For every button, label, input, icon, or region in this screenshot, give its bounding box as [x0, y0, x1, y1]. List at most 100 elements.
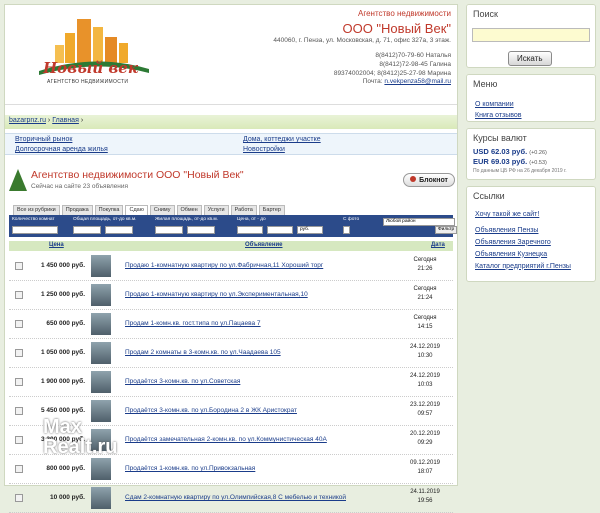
breadcrumb-site[interactable]: bazarpnz.ru — [9, 117, 46, 124]
agency-address: 440060, г. Пенза, ул. Московская, д. 71,… — [273, 37, 451, 45]
menu-panel: Меню О компании Книга отзывов — [466, 74, 596, 122]
link-catalog[interactable]: Каталог предприятий г.Пензы — [475, 263, 571, 270]
listing-date: Сегодня 14:15 — [407, 314, 443, 331]
listing-link[interactable]: Продаётся 3-комн.кв. по ул.Советская — [125, 378, 240, 385]
notebook-button[interactable]: Блокнот — [403, 173, 455, 187]
tab-buy[interactable]: Покупка — [94, 205, 124, 215]
area-from-input[interactable] — [73, 226, 101, 234]
menu-title: Меню — [467, 75, 595, 93]
rates-panel: Курсы валют USD 62.03 руб. (+0.26) EUR 6… — [466, 128, 596, 180]
listing-link[interactable]: Продаётся 3-комн.кв. по ул.Бородина 2 в … — [125, 407, 297, 414]
filter-price-label: Цена, от - до — [237, 217, 266, 222]
tab-all[interactable]: Все из рубрики — [13, 205, 60, 215]
tab-services[interactable]: Услуги — [203, 205, 229, 215]
listing-day: 20.12.2019 — [409, 431, 441, 437]
sidebar: Поиск Искать Меню О компании Книга отзыв… — [466, 4, 596, 288]
category-houses[interactable]: Дома, коттеджи участке — [243, 136, 321, 143]
category-rent[interactable]: Долгосрочная аренда жилья — [15, 146, 108, 153]
menu-item-about[interactable]: О компании — [475, 101, 514, 108]
menu-item-reviews[interactable]: Книга отзывов — [475, 112, 522, 119]
filter-photo-label: С фото — [343, 217, 360, 222]
currency-select[interactable]: руб. — [297, 226, 323, 234]
listing-price: 1 250 000 руб. — [40, 291, 85, 298]
breadcrumb-arrow-icon: › — [80, 117, 84, 124]
tab-work[interactable]: Работа — [230, 205, 257, 215]
listing-link[interactable]: Продаю 1-комнатную квартиру по ул.Экспер… — [125, 291, 308, 298]
listing-link[interactable]: Продаю 1-комнатную квартиру по ул.Фабрич… — [125, 262, 323, 269]
listing-photo[interactable] — [91, 255, 111, 277]
listing-link[interactable]: Продам 2 комнаты в 3-комн.кв. по ул.Чаад… — [125, 349, 281, 356]
table-row: 1 900 000 руб. Продаётся 3-комн.кв. по ул… — [9, 369, 453, 397]
tab-barter[interactable]: Бартер — [258, 205, 285, 215]
listing-date: 24.12.2019 10:30 — [407, 343, 443, 360]
listing-link[interactable]: Продаётся 1-комн.кв. по ул.Привокзальная — [125, 465, 255, 472]
tab-rent-out[interactable]: Сдаю — [125, 205, 148, 215]
tab-rent-in[interactable]: Сниму — [149, 205, 175, 215]
area-to-input[interactable] — [105, 226, 133, 234]
notebook-add-icon[interactable] — [15, 378, 23, 386]
listing-date: Сегодня 21:24 — [407, 285, 443, 302]
notebook-add-icon[interactable] — [15, 262, 23, 270]
listing-photo[interactable] — [91, 458, 111, 480]
notebook-add-icon[interactable] — [15, 291, 23, 299]
link-penza[interactable]: Объявления Пензы — [475, 227, 538, 234]
notebook-add-icon[interactable] — [15, 436, 23, 444]
breadcrumb: bazarpnz.ru › Главная › — [5, 115, 457, 129]
col-ad[interactable]: Объявление — [245, 242, 283, 248]
listing-time: 21:24 — [417, 294, 433, 301]
notebook-add-icon[interactable] — [15, 407, 23, 415]
listing-day: 24.11.2019 — [410, 489, 440, 495]
listing-price: 1 450 000 руб. — [40, 262, 85, 269]
col-price[interactable]: Цена — [49, 242, 64, 248]
notebook-add-icon[interactable] — [15, 494, 23, 502]
tab-exchange[interactable]: Обмен — [176, 205, 202, 215]
notebook-add-icon[interactable] — [15, 465, 23, 473]
agency-mail-row: Почта: n.vekpenza58@mail.ru — [273, 78, 451, 87]
category-secondary[interactable]: Вторичный рынок — [15, 136, 72, 143]
notebook-add-icon[interactable] — [15, 349, 23, 357]
link-want-site[interactable]: Хочу такой же сайт! — [475, 211, 539, 218]
agency-phone: 8(8412)72-98-45 Галина — [379, 60, 451, 68]
living-from-input[interactable] — [155, 226, 183, 234]
category-links: Вторичный рынок Долгосрочная аренда жиль… — [5, 133, 457, 155]
table-row: 10 000 руб. Сдам 2-комнатную квартиру по … — [9, 485, 453, 513]
col-date[interactable]: Дата — [431, 242, 445, 248]
listing-day: Сегодня — [413, 257, 437, 263]
search-input[interactable] — [472, 28, 590, 42]
living-to-input[interactable] — [187, 226, 215, 234]
price-from-input[interactable] — [237, 226, 263, 234]
search-panel: Поиск Искать — [466, 4, 596, 68]
filter-bar: Количество комнат Общая площадь, от-до к… — [9, 215, 457, 237]
table-header: Цена Объявление Дата — [9, 241, 453, 251]
district-select[interactable]: Любой район — [383, 218, 455, 226]
listing-photo[interactable] — [91, 371, 111, 393]
listing-photo[interactable] — [91, 487, 111, 509]
listing-link[interactable]: Продам 1-комн.кв. гост.типа по ул.Пацаев… — [125, 320, 261, 327]
listing-link[interactable]: Продаётся замечательная 2-комн.кв. по ул… — [125, 436, 327, 443]
listing-price: 5 450 000 руб. — [40, 407, 85, 414]
usd-value: 62.03 руб. — [490, 147, 528, 156]
listing-photo[interactable] — [91, 313, 111, 335]
link-zarechny[interactable]: Объявления Заречного — [475, 239, 551, 246]
photo-checkbox[interactable] — [343, 226, 350, 234]
mail-link[interactable]: n.vekpenza58@mail.ru — [384, 78, 451, 85]
online-count: Сейчас на сайте 23 объявления — [31, 183, 129, 190]
rooms-select[interactable] — [12, 226, 58, 234]
table-row: 800 000 руб. Продаётся 1-комн.кв. по ул.П… — [9, 456, 453, 484]
breadcrumb-home[interactable]: Главная — [52, 117, 79, 124]
category-newbuild[interactable]: Новостройки — [243, 146, 285, 153]
links-title: Ссылки — [467, 187, 595, 205]
listing-photo[interactable] — [91, 342, 111, 364]
link-kuznetsk[interactable]: Объявления Кузнецка — [475, 251, 547, 258]
search-button[interactable]: Искать — [508, 51, 552, 66]
listing-photo[interactable] — [91, 284, 111, 306]
usd-delta: (+0.26) — [529, 150, 547, 156]
listing-link[interactable]: Сдам 2-комнатную квартиру по ул.Олимпийс… — [125, 494, 346, 501]
deal-type-tabs: Все из рубрики Продажа Покупка Сдаю Сним… — [13, 205, 451, 215]
tab-sale[interactable]: Продажа — [61, 205, 93, 215]
company-logo[interactable]: Новый век АГЕНТСТВО НЕДВИЖИМОСТИ — [35, 13, 153, 93]
price-to-input[interactable] — [267, 226, 293, 234]
notebook-add-icon[interactable] — [15, 320, 23, 328]
table-row: 1 450 000 руб. Продаю 1-комнатную квартир… — [9, 253, 453, 281]
filter-button[interactable]: Фильтр — [435, 226, 457, 234]
